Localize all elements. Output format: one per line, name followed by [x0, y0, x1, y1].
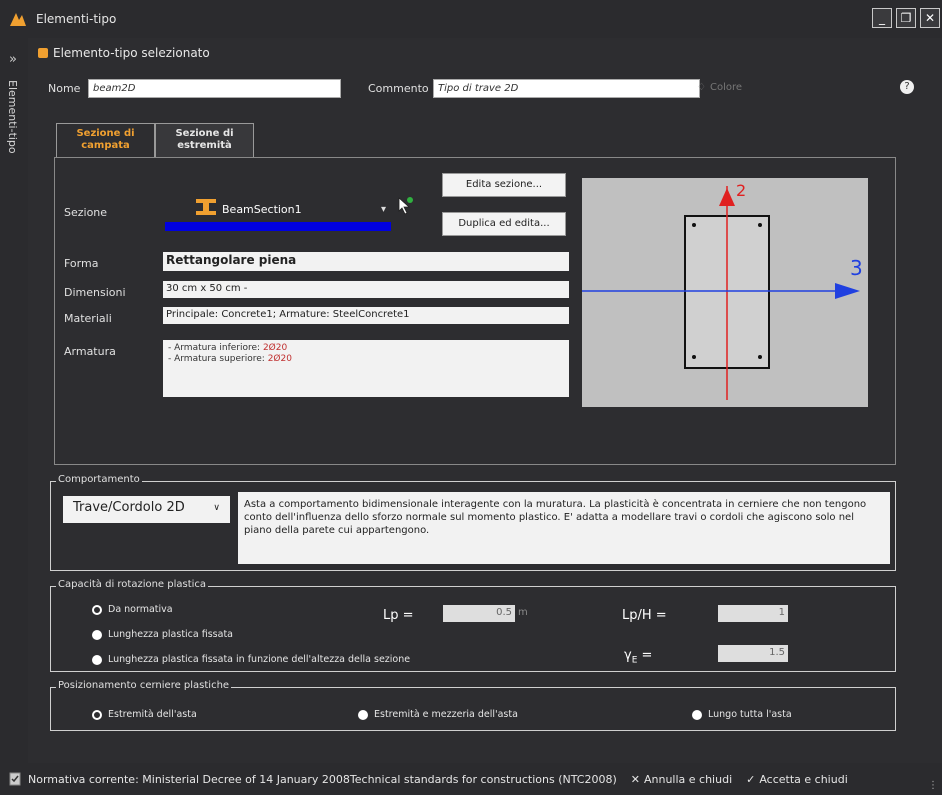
dimensioni-value: 30 cm x 50 cm - [163, 281, 569, 298]
side-tab-elementi-tipo[interactable]: Elementi-tipo [6, 80, 19, 154]
rebar-dot [692, 223, 696, 227]
forma-value: Rettangolare piena [163, 252, 569, 271]
gamma-label: γE = [624, 648, 653, 666]
radio-unselected-icon [92, 629, 102, 640]
lph-input[interactable]: 1 [718, 605, 788, 622]
element-type-icon [38, 48, 48, 58]
tab-sezione-estremita[interactable]: Sezione di estremità [155, 123, 254, 157]
paint-bucket-icon: ♢ [697, 82, 706, 93]
nome-input[interactable]: beam2D [88, 79, 341, 98]
materiali-label: Materiali [64, 312, 112, 325]
rebar-dot [758, 223, 762, 227]
normativa-text: Normativa corrente: Ministerial Decree o… [28, 772, 617, 786]
radio-selected-icon [92, 709, 102, 720]
status-bar: Normativa corrente: Ministerial Decree o… [0, 763, 942, 795]
comportamento-title: Comportamento [56, 474, 142, 485]
annulla-button[interactable]: ✕ Annulla e chiudi [631, 773, 732, 786]
close-x-icon: ✕ [630, 772, 640, 786]
radio-da-normativa[interactable]: Da normativa [92, 604, 173, 615]
axis-3-arrow [835, 283, 860, 299]
minimize-button[interactable]: _ [872, 8, 892, 28]
restore-button[interactable]: ❐ [896, 8, 916, 28]
checkmark-icon: ✓ [746, 772, 756, 786]
i-beam-icon [196, 199, 216, 215]
radio-lungo-tutta[interactable]: Lungo tutta l'asta [692, 709, 792, 720]
lp-unit: m [518, 607, 528, 618]
comportamento-description: Asta a comportamento bidimensionale inte… [238, 492, 890, 564]
lph-label: Lp/H = [622, 608, 667, 623]
panel-heading-text: Elemento-tipo selezionato [53, 46, 210, 60]
lp-label: Lp = [383, 608, 414, 623]
comportamento-select[interactable]: Trave/Cordolo 2D ∨ [63, 496, 230, 523]
armatura-superiore-line: - Armatura superiore: 2Ø20 [168, 354, 292, 364]
section-preview: 2 3 [582, 178, 868, 407]
resize-grip-icon[interactable]: ⋮ [928, 780, 938, 791]
colore-label: Colore [709, 82, 743, 93]
sezione-label: Sezione [64, 206, 108, 219]
axis-3-label: 3 [850, 256, 863, 280]
document-check-icon [9, 772, 21, 786]
gamma-input[interactable]: 1.5 [718, 645, 788, 662]
side-panel-strip: » Elementi-tipo [0, 38, 28, 763]
radio-lunghezza-fissata[interactable]: Lunghezza plastica fissata [92, 629, 233, 640]
dropdown-arrow-icon[interactable]: ▾ [381, 204, 386, 215]
radio-estremita-asta[interactable]: Estremità dell'asta [92, 709, 197, 720]
radio-estremita-mezzeria[interactable]: Estremità e mezzeria dell'asta [358, 709, 518, 720]
nome-label: Nome [48, 82, 81, 95]
tab-sezione-campata[interactable]: Sezione di campata [56, 123, 155, 157]
materiali-value: Principale: Concrete1; Armature: SteelCo… [163, 307, 569, 324]
posizionamento-title: Posizionamento cerniere plastiche [56, 680, 232, 691]
app-logo-icon [10, 13, 26, 26]
rebar-dot [692, 355, 696, 359]
forma-label: Forma [64, 257, 99, 270]
armatura-text: - Armatura inferiore: 2Ø20 - Armatura su… [163, 340, 569, 397]
radio-lunghezza-altezza[interactable]: Lunghezza plastica fissata in funzione d… [92, 654, 410, 665]
rebar-dot [758, 355, 762, 359]
pick-section-icon[interactable] [396, 196, 416, 216]
sezione-selected-value: BeamSection1 [222, 203, 302, 216]
section-color-bar [165, 222, 391, 231]
axis-2-arrow [719, 188, 735, 206]
radio-unselected-icon [358, 709, 368, 720]
armatura-label: Armatura [64, 345, 116, 358]
panel-heading: Elemento-tipo selezionato [38, 46, 210, 60]
axis-2-label: 2 [736, 181, 746, 200]
lp-input[interactable]: 0.5 [443, 605, 515, 622]
capacita-title: Capacità di rotazione plastica [56, 579, 209, 590]
help-icon[interactable]: ? [900, 80, 914, 94]
radio-unselected-icon [92, 654, 102, 665]
expand-chevron-icon[interactable]: » [9, 52, 17, 67]
commento-input[interactable]: Tipo di trave 2D [433, 79, 700, 98]
radio-unselected-icon [692, 709, 702, 720]
dimensioni-label: Dimensioni [64, 286, 126, 299]
duplica-edita-button[interactable]: Duplica ed edita... [442, 212, 566, 236]
window-title: Elementi-tipo [36, 12, 117, 26]
chevron-down-icon: ∨ [213, 503, 220, 513]
accetta-button[interactable]: ✓ Accetta e chiudi [746, 773, 848, 786]
armatura-inferiore-line: - Armatura inferiore: 2Ø20 [168, 343, 288, 353]
section-tabs: Sezione di campata Sezione di estremità [56, 123, 254, 157]
close-button[interactable]: ✕ [920, 8, 940, 28]
title-bar: Elementi-tipo _ ❐ ✕ [0, 0, 942, 38]
section-drawing: 2 3 [582, 181, 863, 400]
edita-sezione-button[interactable]: Edita sezione... [442, 173, 566, 197]
colore-button[interactable]: ♢ Colore [697, 82, 742, 93]
radio-selected-icon [92, 604, 102, 615]
commento-label: Commento [368, 82, 429, 95]
